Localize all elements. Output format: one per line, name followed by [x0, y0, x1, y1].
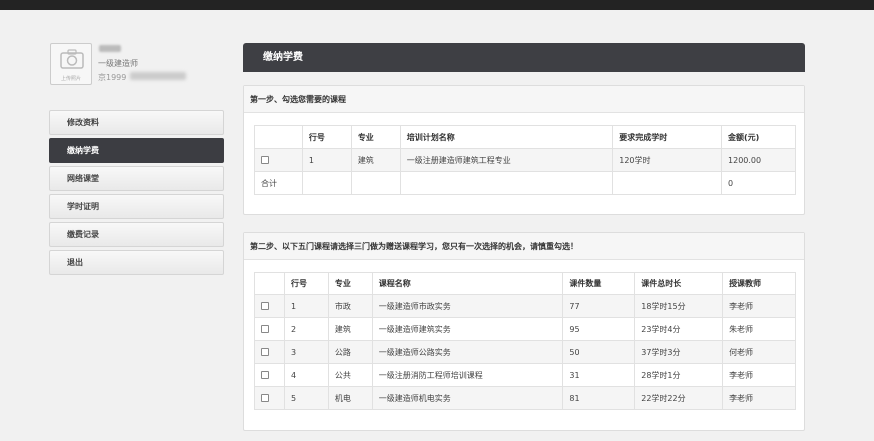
menu-item-edit-profile[interactable]: 修改资料	[49, 110, 224, 135]
cell-course-name: 一级建造师公路实务	[371, 340, 564, 364]
col-amount: 金额(元)	[721, 125, 796, 149]
cell-teacher: 李老师	[722, 363, 796, 387]
avatar-caption: 上传照片	[60, 76, 81, 82]
training-plan-table: 行号 专业 培训计划名称 要求完成学时 金额(元) 1 建筑 一级注册建造师建筑…	[254, 125, 796, 195]
cell-major: 建筑	[350, 148, 401, 172]
table-row: 1 建筑 一级注册建造师建筑工程专业 120学时 1200.00	[254, 148, 796, 172]
cell-course-name: 一级建造师建筑实务	[371, 317, 564, 341]
row-checkbox[interactable]	[261, 371, 269, 379]
row-checkbox[interactable]	[261, 302, 269, 310]
cell-teacher: 朱老师	[722, 317, 796, 341]
row-checkbox[interactable]	[261, 348, 269, 356]
menu-item-logout[interactable]: 退出	[49, 250, 224, 275]
page-title: 缴纳学费	[243, 43, 805, 72]
user-phone: 京1999	[98, 73, 127, 82]
cell-lesson-count: 77	[562, 294, 636, 318]
avatar-upload[interactable]: 上传照片	[50, 43, 92, 85]
cell-duration: 18学时15分	[634, 294, 724, 318]
top-bar	[0, 0, 874, 10]
cell-course-name: 一级建造师机电实务	[371, 386, 564, 410]
col-check	[254, 272, 285, 295]
cell-duration: 37学时3分	[634, 340, 724, 364]
col-row-no: 行号	[283, 272, 329, 295]
col-required-hours: 要求完成学时	[612, 125, 723, 149]
col-row-no: 行号	[301, 125, 352, 149]
col-plan-name: 培训计划名称	[399, 125, 614, 149]
camera-icon	[60, 49, 84, 69]
step1-heading: 第一步、勾选您需要的课程	[244, 86, 804, 113]
total-amount: 0	[721, 171, 796, 195]
col-major: 专业	[350, 125, 401, 149]
cell-teacher: 李老师	[722, 294, 796, 318]
phone-redacted	[130, 72, 186, 80]
user-role: 一级建造师	[98, 59, 138, 68]
table-row: 3 公路 一级建造师公路实务 50 37学时3分 何老师	[254, 340, 796, 364]
row-checkbox[interactable]	[261, 156, 269, 164]
cell-major: 公路	[327, 340, 373, 364]
col-course-name: 课程名称	[371, 272, 564, 295]
total-label: 合计	[254, 171, 303, 195]
cell-course-name: 一级注册消防工程师培训课程	[371, 363, 564, 387]
cell-major: 市政	[327, 294, 373, 318]
cell-teacher: 李老师	[722, 386, 796, 410]
menu-item-pay-tuition[interactable]: 缴纳学费	[49, 138, 224, 163]
step2-heading: 第二步、以下五门课程请选择三门做为赠送课程学习，您只有一次选择的机会，请慎重勾选…	[244, 233, 804, 260]
cell-lesson-count: 31	[562, 363, 636, 387]
table-row: 1 市政 一级建造师市政实务 77 18学时15分 李老师	[254, 294, 796, 318]
menu-item-payment-records[interactable]: 缴费记录	[49, 222, 224, 247]
menu-item-online-class[interactable]: 网络课堂	[49, 166, 224, 191]
cell-plan-name: 一级注册建造师建筑工程专业	[399, 148, 614, 172]
cell-row-no: 2	[283, 317, 329, 341]
cell-lesson-count: 81	[562, 386, 636, 410]
total-row: 合计 0	[254, 171, 796, 195]
table-row: 5 机电 一级建造师机电实务 81 22学时22分 李老师	[254, 386, 796, 410]
col-teacher: 授课教师	[722, 272, 796, 295]
cell-hours: 120学时	[612, 148, 723, 172]
cell-amount: 1200.00	[721, 148, 796, 172]
cell-row-no: 1	[301, 148, 352, 172]
cell-major: 公共	[327, 363, 373, 387]
menu-item-hours-certificate[interactable]: 学时证明	[49, 194, 224, 219]
username-redacted	[99, 45, 121, 52]
table-row: 2 建筑 一级建造师建筑实务 95 23学时4分 朱老师	[254, 317, 796, 341]
table-header-row: 行号 专业 培训计划名称 要求完成学时 金额(元)	[254, 125, 796, 149]
row-checkbox[interactable]	[261, 394, 269, 402]
cell-duration: 28学时1分	[634, 363, 724, 387]
cell-teacher: 何老师	[722, 340, 796, 364]
row-checkbox[interactable]	[261, 325, 269, 333]
col-lesson-count: 课件数量	[562, 272, 636, 295]
step1-panel: 第一步、勾选您需要的课程 行号 专业 培训计划名称 要求完成学时 金额(元) 1…	[243, 85, 805, 215]
cell-row-no: 5	[283, 386, 329, 410]
cell-major: 建筑	[327, 317, 373, 341]
table-header-row: 行号 专业 课程名称 课件数量 课件总时长 授课教师	[254, 272, 796, 295]
cell-row-no: 1	[283, 294, 329, 318]
table-row: 4 公共 一级注册消防工程师培训课程 31 28学时1分 李老师	[254, 363, 796, 387]
cell-major: 机电	[327, 386, 373, 410]
col-total-duration: 课件总时长	[634, 272, 724, 295]
col-major: 专业	[327, 272, 373, 295]
step2-panel: 第二步、以下五门课程请选择三门做为赠送课程学习，您只有一次选择的机会，请慎重勾选…	[243, 232, 805, 431]
cell-lesson-count: 50	[562, 340, 636, 364]
cell-course-name: 一级建造师市政实务	[371, 294, 564, 318]
sidebar-menu: 修改资料 缴纳学费 网络课堂 学时证明 缴费记录 退出	[49, 110, 224, 278]
cell-duration: 23学时4分	[634, 317, 724, 341]
gift-course-table: 行号 专业 课程名称 课件数量 课件总时长 授课教师 1 市政 一级建造师市政实…	[254, 272, 796, 410]
cell-duration: 22学时22分	[634, 386, 724, 410]
col-check	[254, 125, 303, 149]
cell-row-no: 3	[283, 340, 329, 364]
cell-lesson-count: 95	[562, 317, 636, 341]
cell-row-no: 4	[283, 363, 329, 387]
